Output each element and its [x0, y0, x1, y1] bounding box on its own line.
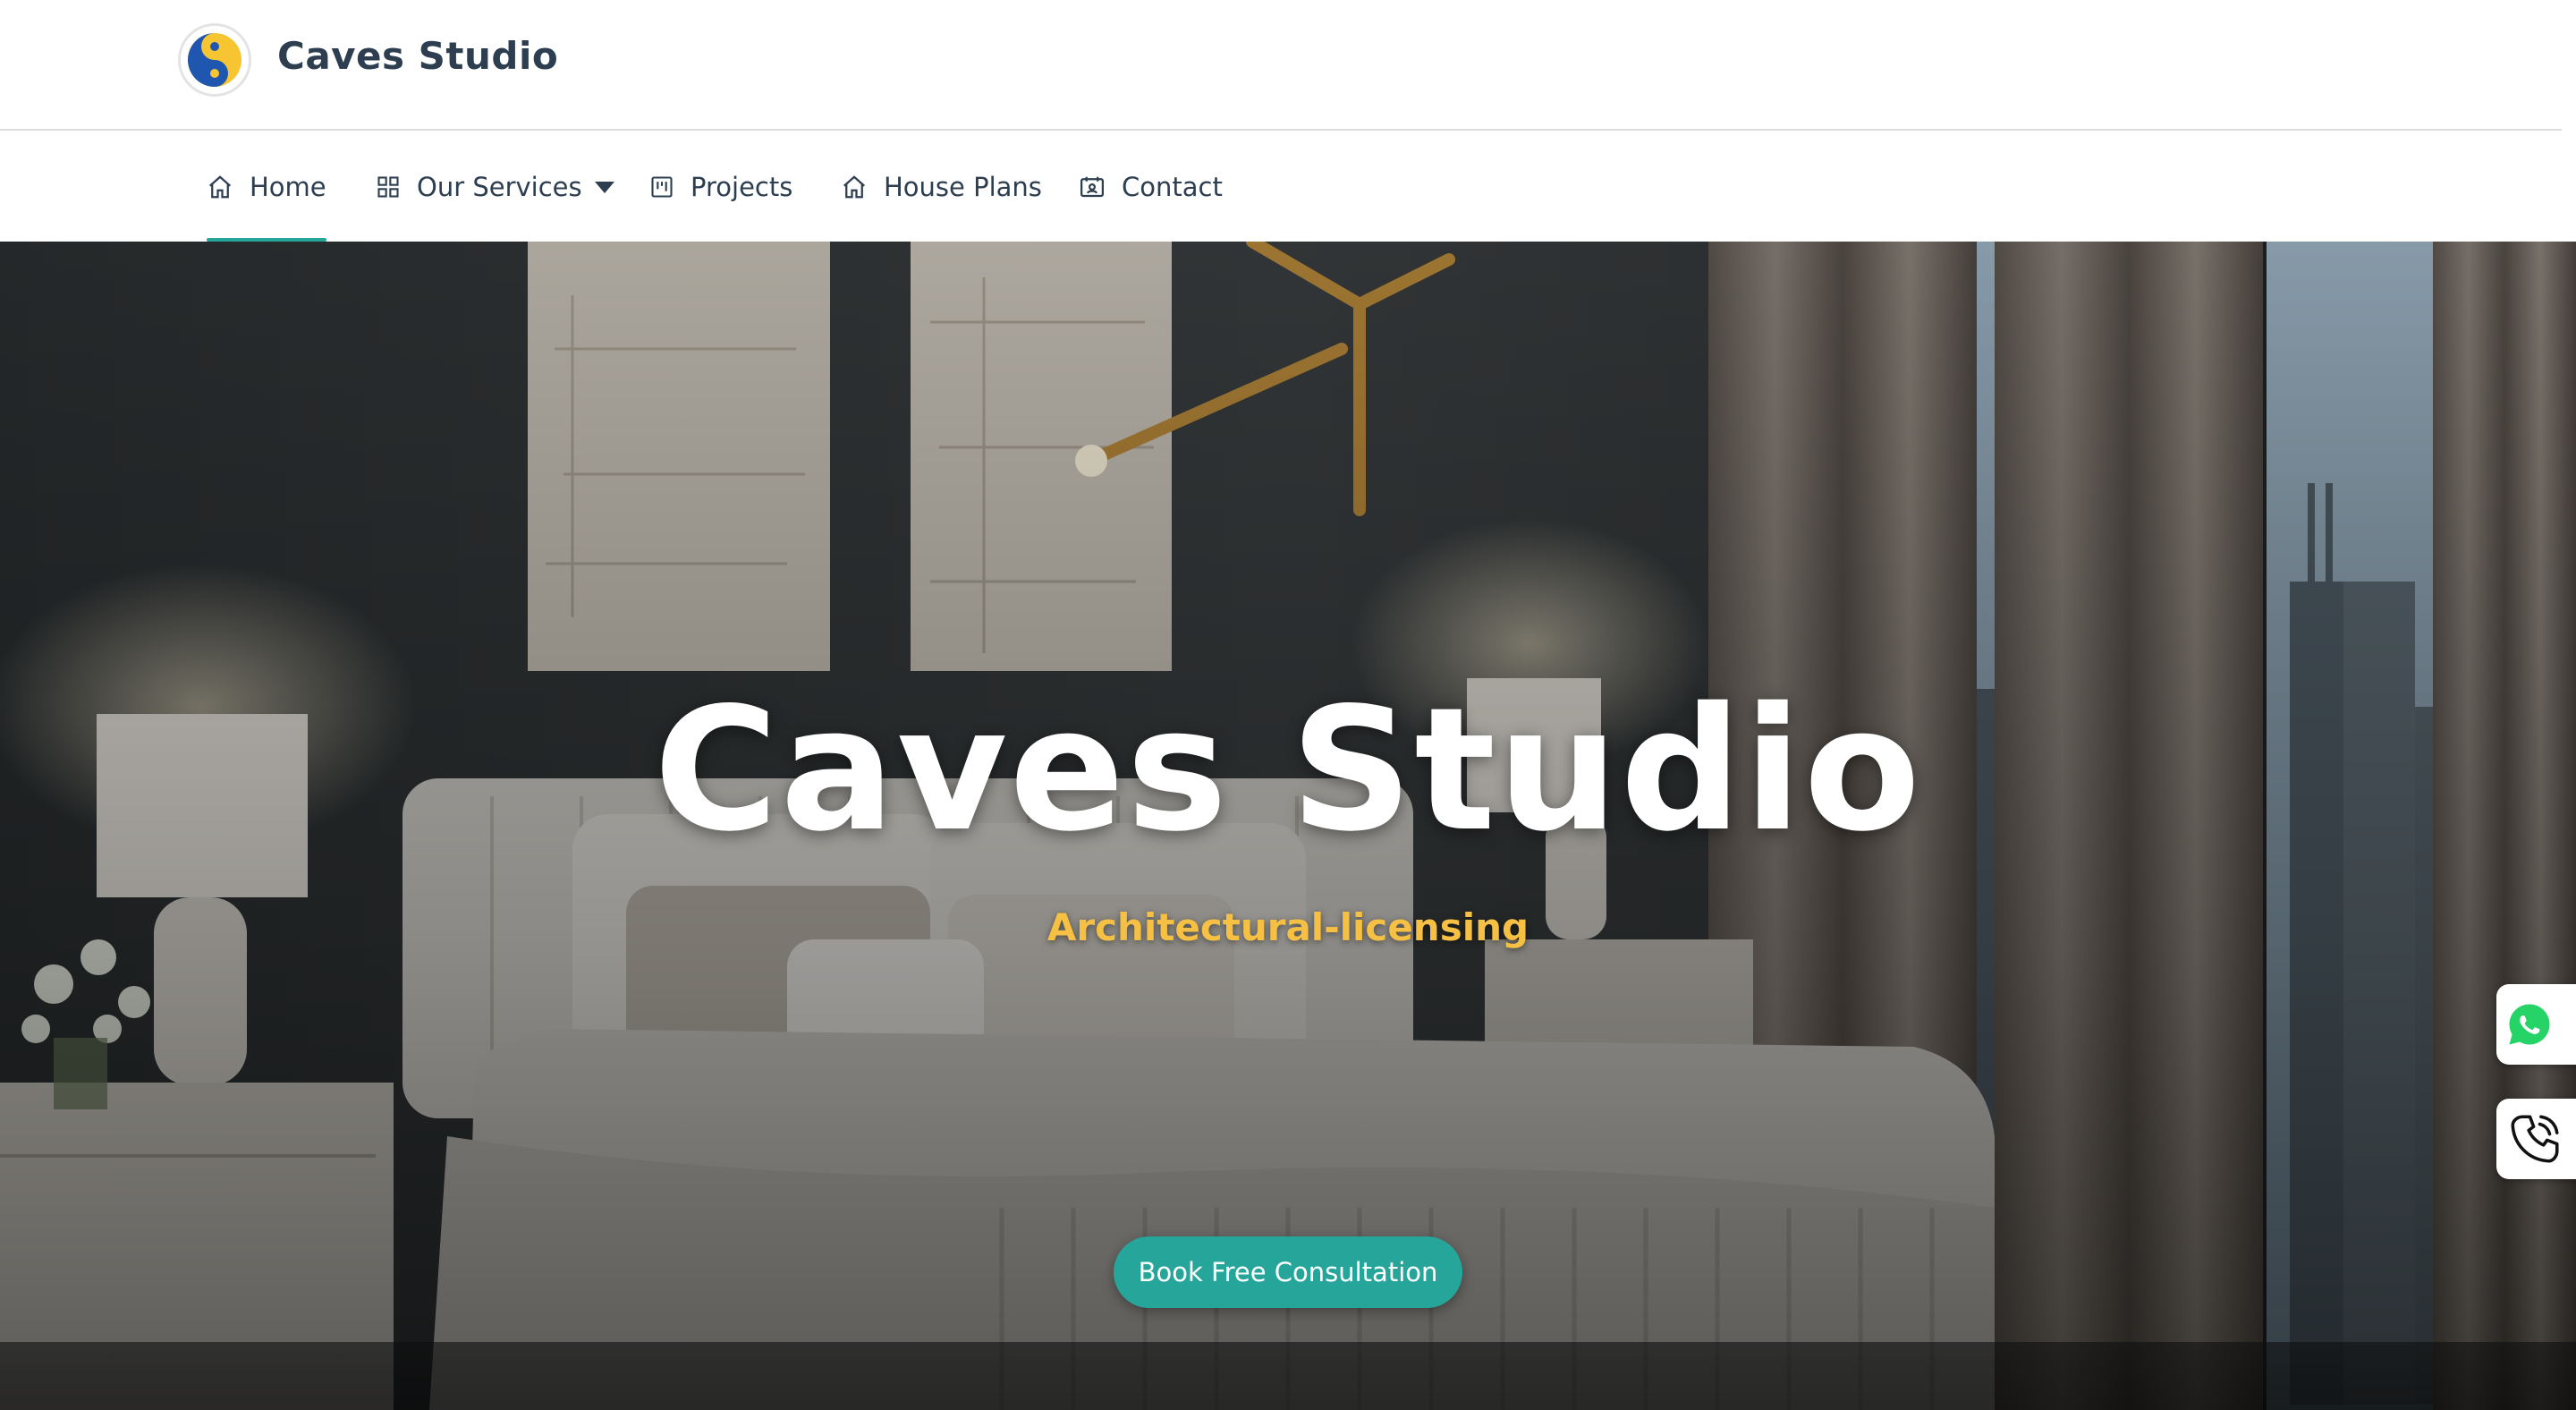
- nav-item-contact[interactable]: Contact: [1079, 132, 1223, 242]
- hero-section: Caves Studio Architectural-licensing Boo…: [0, 242, 2576, 1410]
- whatsapp-icon: [2509, 1004, 2550, 1045]
- home-icon: [843, 175, 865, 199]
- projects-icon: [651, 176, 673, 198]
- nav-item-our-services[interactable]: Our Services: [376, 132, 614, 242]
- phone-call-button[interactable]: [2496, 1099, 2576, 1179]
- site-header: Caves Studio: [0, 0, 2562, 131]
- nav-label-our-services: Our Services: [417, 172, 582, 202]
- yin-yang-logo-icon: [188, 33, 242, 87]
- nav-label-projects: Projects: [691, 172, 793, 202]
- brand-name[interactable]: Caves Studio: [277, 34, 558, 78]
- contact-card-icon: [1080, 176, 1104, 198]
- nav-item-house-plans[interactable]: House Plans: [841, 132, 1042, 242]
- nav-item-home[interactable]: Home: [207, 132, 326, 242]
- book-consultation-button[interactable]: Book Free Consultation: [1114, 1236, 1462, 1308]
- nav-label-home: Home: [250, 172, 326, 202]
- main-navigation: Home Our Services Projects House Plans C…: [0, 132, 2576, 242]
- chevron-down-icon: [594, 181, 614, 193]
- whatsapp-button[interactable]: [2496, 984, 2576, 1065]
- hero-title: Caves Studio: [653, 671, 1923, 869]
- phone-icon: [2511, 1115, 2559, 1163]
- brand-logo[interactable]: [178, 23, 251, 97]
- grid-icon: [377, 176, 399, 198]
- nav-label-house-plans: House Plans: [884, 172, 1042, 202]
- nav-label-contact: Contact: [1122, 172, 1223, 202]
- hero-subtitle: Architectural-licensing: [1046, 905, 1530, 949]
- home-icon: [209, 175, 231, 199]
- nav-item-projects[interactable]: Projects: [649, 132, 792, 242]
